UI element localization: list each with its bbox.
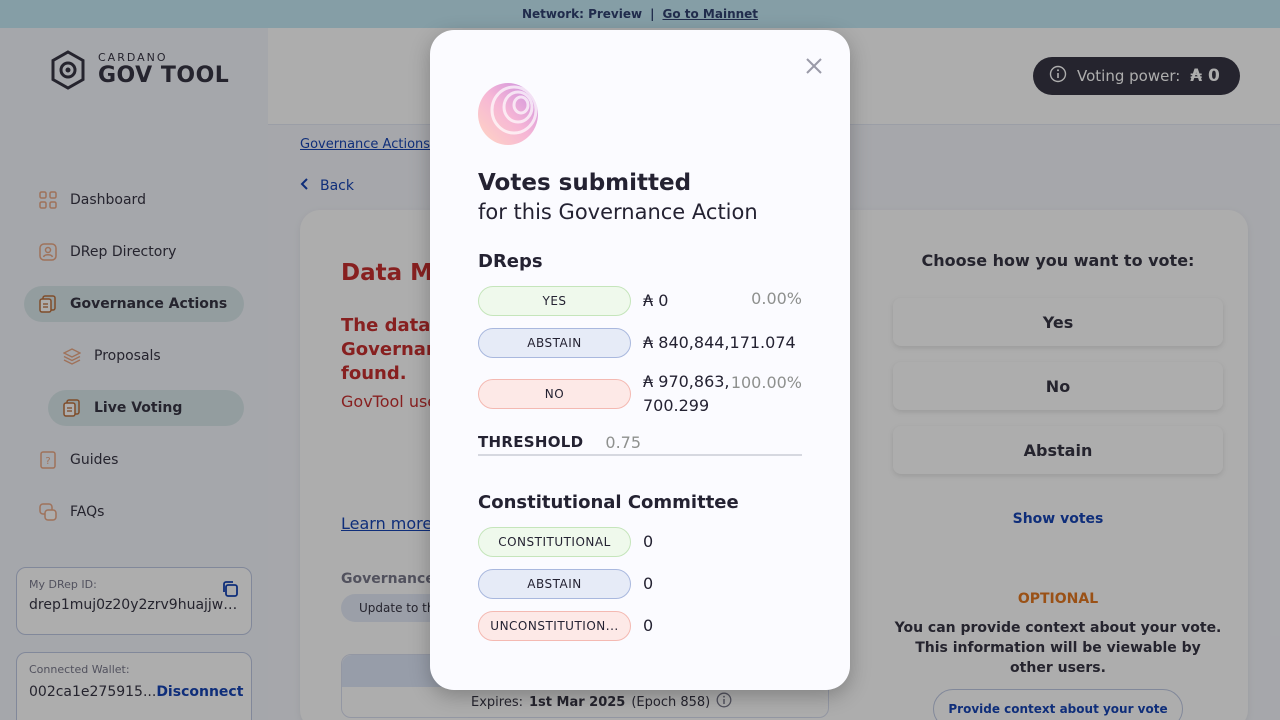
cc-section-title: Constitutional Committee <box>478 492 739 513</box>
modal-title: Votes submitted <box>478 170 692 196</box>
threshold-row: THRESHOLD 0.75 <box>478 430 802 456</box>
drep-yes-percent: 0.00% <box>751 289 802 308</box>
drep-abstain-pill: ABSTAIN <box>478 328 631 358</box>
modal-subtitle: for this Governance Action <box>478 200 758 224</box>
cc-constitutional-pill: CONSTITUTIONAL <box>478 527 631 557</box>
drep-abstain-amount: ₳ 840,844,171.074 <box>643 333 796 352</box>
drep-no-percent: 100.00% <box>730 373 802 392</box>
close-icon[interactable] <box>804 56 824 76</box>
threshold-value: 0.75 <box>605 432 642 452</box>
drep-no-pill: NO <box>478 379 631 409</box>
threshold-label: THRESHOLD <box>478 433 584 451</box>
cc-unconstitutional-value: 0 <box>643 616 654 635</box>
drep-yes-pill: YES <box>478 286 631 316</box>
cc-unconstitutional-pill: UNCONSTITUTION... <box>478 611 631 641</box>
votes-submitted-modal: Votes submitted for this Governance Acti… <box>430 30 850 690</box>
cc-abstain-pill: ABSTAIN <box>478 569 631 599</box>
cc-abstain-value: 0 <box>643 574 654 593</box>
govtool-swirl-icon <box>478 83 538 145</box>
drep-yes-amount: ₳ 0 <box>643 291 669 310</box>
cc-constitutional-value: 0 <box>643 532 654 551</box>
dreps-section-title: DReps <box>478 251 543 272</box>
drep-no-amount: ₳ 970,863,700.299 <box>643 372 730 415</box>
